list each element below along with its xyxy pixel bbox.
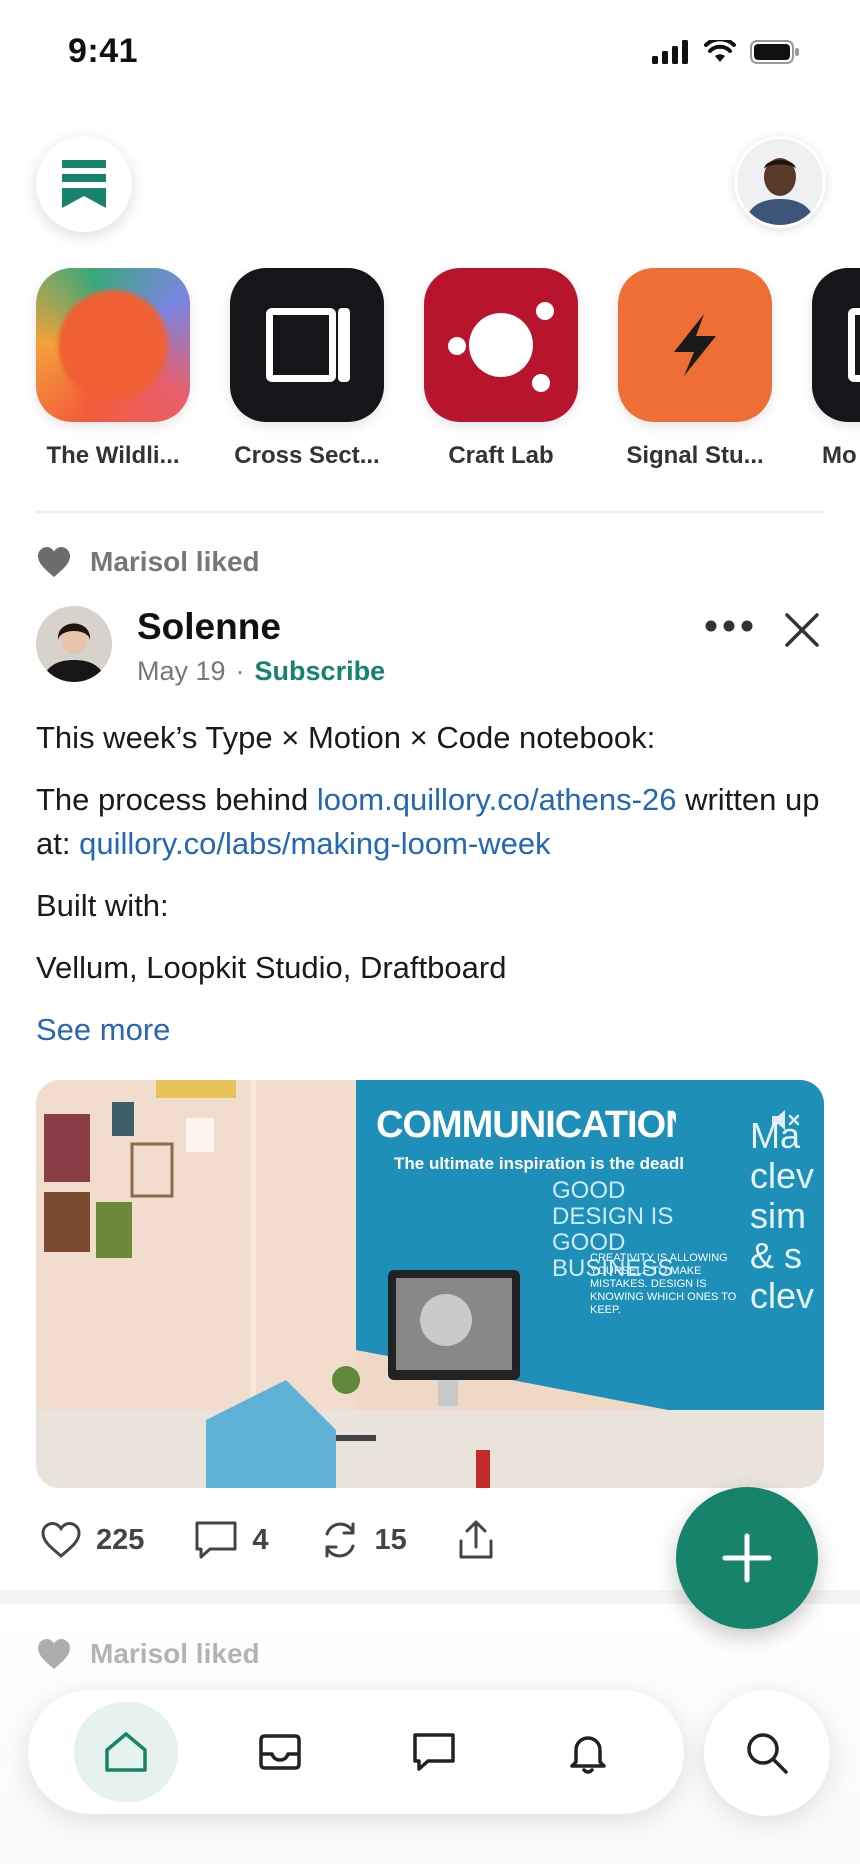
profile-avatar-button[interactable] bbox=[734, 136, 826, 228]
status-icons bbox=[652, 40, 800, 64]
publication-label: The Wildli... bbox=[46, 442, 180, 469]
heart-filled-icon bbox=[38, 1639, 70, 1669]
post-date: May 19 bbox=[137, 656, 226, 686]
avatar bbox=[737, 139, 823, 225]
like-button[interactable]: 225 bbox=[40, 1521, 144, 1559]
comment-count: 4 bbox=[252, 1523, 269, 1556]
post-meta: May 19 · Subscribe bbox=[137, 656, 385, 687]
publication-item[interactable]: Signal Stu... bbox=[610, 268, 780, 470]
top-bar bbox=[0, 130, 860, 240]
mute-button[interactable] bbox=[770, 1108, 800, 1137]
share-icon bbox=[459, 1520, 493, 1559]
bookmark-logo-icon bbox=[62, 160, 106, 208]
status-bar: 9:41 bbox=[0, 0, 860, 108]
restack-icon bbox=[325, 1522, 355, 1558]
publication-item[interactable]: The Wildli... bbox=[28, 268, 198, 470]
close-icon bbox=[785, 613, 819, 647]
post-text-line: Built with: bbox=[36, 888, 169, 923]
liked-by-text: Marisol liked bbox=[90, 546, 260, 577]
wall-heading: COMMUNICATION bbox=[376, 1106, 676, 1144]
post-text-line: The process behind loom.quillory.co/athe… bbox=[36, 778, 836, 866]
post-video[interactable]: COMMUNICATION The ultimate inspiration i… bbox=[36, 1080, 824, 1488]
post-link[interactable]: loom.quillory.co/athens-26 bbox=[317, 782, 677, 817]
tab-home[interactable] bbox=[74, 1702, 178, 1802]
lightning-icon bbox=[618, 268, 772, 422]
liked-by-row: Marisol liked bbox=[36, 546, 260, 578]
square-frame-icon bbox=[230, 268, 384, 422]
publication-label: Craft Lab bbox=[448, 442, 554, 469]
post-text-line: This week’s Type × Motion × Code noteboo… bbox=[36, 720, 656, 755]
wall-small-text: CREATIVITY IS ALLOWING YOURSELF TO MAKE … bbox=[590, 1252, 737, 1316]
share-button[interactable] bbox=[457, 1519, 495, 1561]
restack-button[interactable]: 15 bbox=[319, 1520, 407, 1560]
signal-icon bbox=[652, 40, 688, 64]
tab-inbox[interactable] bbox=[228, 1702, 332, 1802]
partial-icon bbox=[812, 268, 860, 422]
publication-item[interactable]: Cross Sect... bbox=[222, 268, 392, 470]
tab-chat[interactable] bbox=[382, 1702, 486, 1802]
gradient-circle-icon bbox=[36, 268, 190, 422]
speaker-mute-icon bbox=[772, 1110, 800, 1130]
meta-separator: · bbox=[235, 656, 245, 686]
author-name[interactable]: Solenne bbox=[137, 606, 281, 648]
comment-button[interactable]: 4 bbox=[194, 1520, 269, 1560]
tab-notifications[interactable] bbox=[536, 1702, 640, 1802]
avatar bbox=[36, 606, 112, 682]
status-time: 9:41 bbox=[68, 32, 139, 70]
post-text: The process behind bbox=[36, 782, 317, 817]
compose-button[interactable] bbox=[676, 1487, 818, 1629]
subscribe-link[interactable]: Subscribe bbox=[255, 656, 386, 687]
post-text-line: Vellum, Loopkit Studio, Draftboard bbox=[36, 950, 507, 985]
chat-icon bbox=[413, 1733, 455, 1771]
publication-label: Cross Sect... bbox=[234, 442, 380, 469]
post-actions: 225 4 15 bbox=[40, 1510, 545, 1570]
publication-label: Signal Stu... bbox=[626, 442, 764, 469]
publication-item[interactable]: Craft Lab bbox=[416, 268, 586, 470]
publication-item[interactable]: Mo bbox=[804, 268, 860, 470]
like-count: 225 bbox=[96, 1523, 145, 1556]
post-header: Solenne May 19 · Subscribe bbox=[36, 606, 826, 686]
wall-subheading: The ultimate inspiration is the deadline bbox=[394, 1154, 684, 1173]
see-more-link[interactable]: See more bbox=[36, 1008, 836, 1052]
restack-count: 15 bbox=[374, 1523, 407, 1556]
bell-icon bbox=[570, 1736, 606, 1774]
app-logo-button[interactable] bbox=[36, 136, 132, 232]
more-options-button[interactable] bbox=[704, 618, 754, 639]
heart-filled-icon bbox=[38, 547, 70, 577]
liked-by-row: Marisol liked bbox=[36, 1638, 260, 1670]
dismiss-button[interactable] bbox=[784, 612, 820, 653]
bottom-tab-bar bbox=[28, 1690, 684, 1814]
inbox-icon bbox=[259, 1734, 301, 1770]
comment-icon bbox=[195, 1521, 237, 1559]
search-button[interactable] bbox=[704, 1690, 830, 1816]
publication-label: Mo bbox=[822, 442, 857, 469]
wall-right-text: Ma clev sim & s clev bbox=[750, 1116, 815, 1316]
heart-icon bbox=[41, 1521, 81, 1559]
author-avatar[interactable] bbox=[36, 606, 112, 682]
search-icon bbox=[747, 1733, 788, 1774]
ellipsis-icon bbox=[705, 620, 753, 632]
wifi-icon bbox=[704, 40, 736, 62]
post-body: This week’s Type × Motion × Code noteboo… bbox=[36, 716, 836, 1070]
orbit-dots-icon bbox=[424, 268, 578, 422]
publication-strip: The Wildli... Cross Sect... Craft Lab Si… bbox=[0, 268, 860, 478]
battery-icon bbox=[750, 40, 799, 64]
post-link[interactable]: quillory.co/labs/making-loom-week bbox=[79, 826, 551, 861]
liked-by-text: Marisol liked bbox=[90, 1638, 260, 1669]
divider bbox=[36, 511, 824, 513]
plus-icon bbox=[722, 1533, 772, 1583]
home-icon bbox=[105, 1732, 147, 1772]
